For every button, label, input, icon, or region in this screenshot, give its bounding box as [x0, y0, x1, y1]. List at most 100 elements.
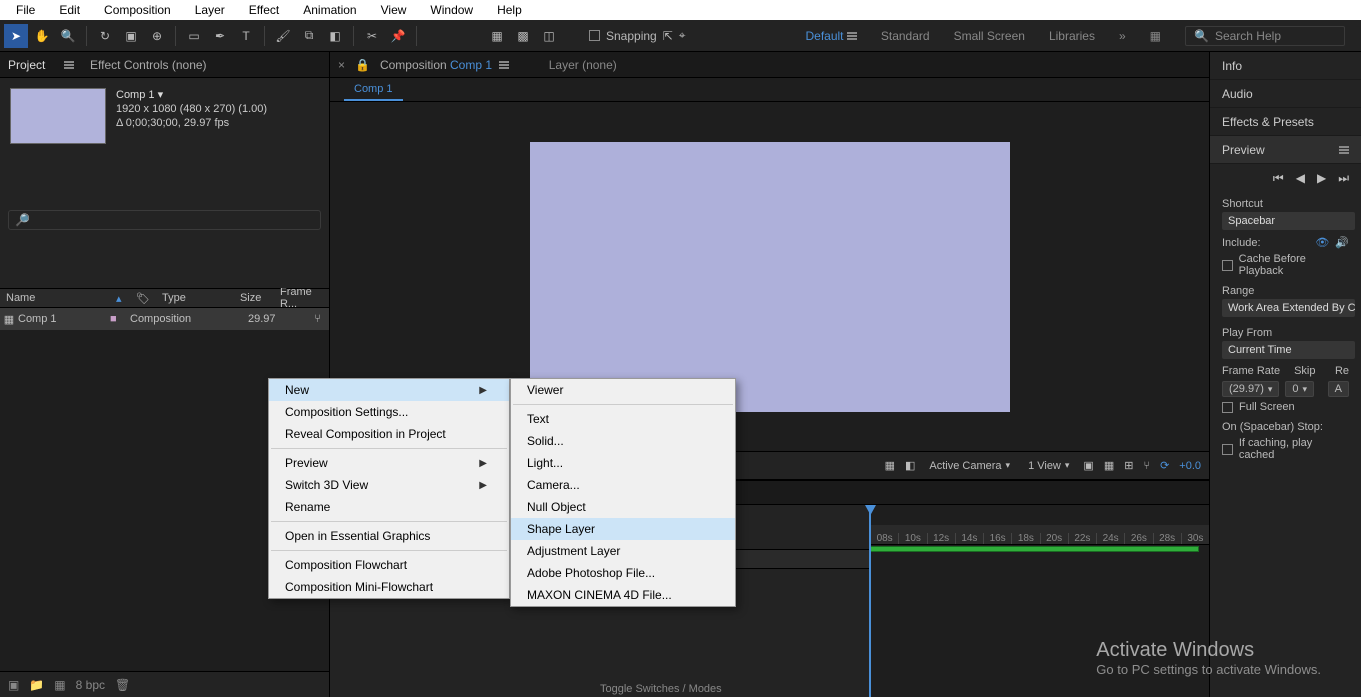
project-row-comp1[interactable]: ▦ Comp 1 ■ Composition 29.97 ⑂: [0, 308, 329, 330]
preview-panel[interactable]: Preview: [1210, 136, 1361, 164]
bpc-label[interactable]: 8 bpc: [76, 678, 105, 692]
menu-effect[interactable]: Effect: [237, 1, 291, 19]
view-opt-c-icon[interactable]: ⊞: [1124, 459, 1133, 472]
ctx-c4d[interactable]: MAXON CINEMA 4D File...: [511, 584, 735, 606]
snapping-flyout-icon[interactable]: ⇱: [663, 29, 673, 43]
ctx-miniflow[interactable]: Composition Mini-Flowchart: [269, 576, 509, 598]
last-frame-icon[interactable]: ⏭: [1338, 171, 1349, 186]
fx-panel[interactable]: Effects & Presets: [1210, 108, 1361, 136]
comp-thumbnail[interactable]: [10, 88, 106, 144]
clone-tool[interactable]: ⧉: [297, 24, 321, 48]
effect-controls-tab[interactable]: Effect Controls (none): [90, 58, 207, 72]
include-video-icon[interactable]: 👁: [1315, 236, 1329, 249]
type-tool[interactable]: T: [234, 24, 258, 48]
puppet-tool[interactable]: 📌: [386, 24, 410, 48]
composition-canvas[interactable]: [530, 142, 1010, 412]
workspace-libraries[interactable]: Libraries: [1049, 29, 1095, 43]
orbit-tool[interactable]: ↻: [93, 24, 117, 48]
workspace-more-icon[interactable]: »: [1119, 29, 1126, 43]
ifcache-checkbox[interactable]: [1222, 444, 1233, 455]
mask-tool-c[interactable]: ◫: [537, 24, 561, 48]
flowchart-icon[interactable]: ⑂: [314, 313, 329, 325]
range-value[interactable]: Work Area Extended By Current Time: [1222, 299, 1355, 317]
hand-tool[interactable]: ✋: [30, 24, 54, 48]
close-tab-icon[interactable]: ×: [338, 58, 345, 72]
fullscreen-checkbox[interactable]: [1222, 402, 1233, 413]
exposure-reset-icon[interactable]: ⟳: [1160, 459, 1169, 472]
ctx-comp-settings[interactable]: Composition Settings...: [269, 401, 509, 423]
lock-icon[interactable]: 🔒: [355, 58, 370, 72]
help-search[interactable]: 🔍 Search Help: [1185, 26, 1345, 46]
ctx-switch3d[interactable]: Switch 3D View▶: [269, 474, 509, 496]
ctx-new[interactable]: New▶: [269, 379, 509, 401]
comp-tab[interactable]: Composition Comp 1: [380, 58, 509, 72]
ctx-null[interactable]: Null Object: [511, 496, 735, 518]
ctx-viewer[interactable]: Viewer: [511, 379, 735, 401]
view-opt-b-icon[interactable]: ▦: [1104, 459, 1114, 472]
camera-dropdown[interactable]: Active Camera▾: [925, 458, 1014, 474]
folder-icon[interactable]: 📁: [29, 678, 44, 692]
menu-animation[interactable]: Animation: [291, 1, 368, 19]
new-comp-icon[interactable]: ▦: [54, 678, 65, 692]
work-area-bar[interactable]: [870, 546, 1199, 552]
time-ruler[interactable]: 08s10s 12s14s 16s18s 20s22s 24s26s 28s30…: [870, 525, 1209, 545]
selection-tool[interactable]: ➤: [4, 24, 28, 48]
ctx-adjustment[interactable]: Adjustment Layer: [511, 540, 735, 562]
grid-icon[interactable]: ▦: [885, 459, 895, 472]
zoom-tool[interactable]: 🔍: [56, 24, 80, 48]
audio-panel[interactable]: Audio: [1210, 80, 1361, 108]
menu-edit[interactable]: Edit: [47, 1, 92, 19]
pan-behind-tool[interactable]: ⊕: [145, 24, 169, 48]
view-opt-d-icon[interactable]: ⑂: [1143, 460, 1150, 472]
first-frame-icon[interactable]: ⏮: [1273, 171, 1284, 186]
ctx-flowchart[interactable]: Composition Flowchart: [269, 554, 509, 576]
ctx-camera[interactable]: Camera...: [511, 474, 735, 496]
workspace-default[interactable]: Default: [805, 29, 856, 43]
view-opt-a-icon[interactable]: ▣: [1083, 459, 1093, 472]
brush-tool[interactable]: 🖌: [271, 24, 295, 48]
mask-icon[interactable]: ◧: [905, 459, 915, 472]
interpret-icon[interactable]: ▣: [8, 678, 19, 692]
ctx-psd[interactable]: Adobe Photoshop File...: [511, 562, 735, 584]
mask-tool-b[interactable]: ▩: [511, 24, 535, 48]
ctx-preview[interactable]: Preview▶: [269, 452, 509, 474]
include-audio-icon[interactable]: 🔊: [1335, 236, 1349, 249]
ctx-solid[interactable]: Solid...: [511, 430, 735, 452]
workspace-small-screen[interactable]: Small Screen: [954, 29, 1025, 43]
ctx-reveal[interactable]: Reveal Composition in Project: [269, 423, 509, 445]
ctx-shape-layer[interactable]: Shape Layer: [511, 518, 735, 540]
ctx-essential[interactable]: Open in Essential Graphics: [269, 525, 509, 547]
trash-icon[interactable]: 🗑: [115, 678, 130, 692]
project-search[interactable]: 🔎: [8, 210, 321, 230]
menu-window[interactable]: Window: [418, 1, 485, 19]
eraser-tool[interactable]: ◧: [323, 24, 347, 48]
snapping-checkbox[interactable]: [589, 30, 600, 41]
res-dropdown[interactable]: A: [1328, 381, 1349, 397]
view-dropdown[interactable]: 1 View▾: [1024, 458, 1073, 474]
camera-tool[interactable]: ▣: [119, 24, 143, 48]
exposure-value[interactable]: +0.0: [1179, 460, 1201, 472]
menu-file[interactable]: File: [4, 1, 47, 19]
project-tab[interactable]: Project: [8, 58, 74, 72]
play-icon[interactable]: ▶: [1317, 171, 1326, 185]
rectangle-tool[interactable]: ▭: [182, 24, 206, 48]
menu-composition[interactable]: Composition: [92, 1, 183, 19]
workspace-standard[interactable]: Standard: [881, 29, 930, 43]
menu-view[interactable]: View: [369, 1, 419, 19]
info-panel[interactable]: Info: [1210, 52, 1361, 80]
snapping-opts-icon[interactable]: ⌖: [679, 28, 686, 43]
mask-tool-a[interactable]: ▦: [485, 24, 509, 48]
prev-frame-icon[interactable]: ◀: [1296, 171, 1305, 185]
toggle-switches[interactable]: Toggle Switches / Modes: [600, 683, 722, 695]
skip-dropdown[interactable]: 0▾: [1285, 381, 1314, 397]
playfrom-value[interactable]: Current Time: [1222, 341, 1355, 359]
shortcut-value[interactable]: Spacebar: [1222, 212, 1355, 230]
ctx-light[interactable]: Light...: [511, 452, 735, 474]
layer-tab[interactable]: Layer (none): [549, 58, 617, 72]
ctx-text[interactable]: Text: [511, 408, 735, 430]
workspace-reset-icon[interactable]: ▦: [1150, 29, 1161, 43]
comp-subtab[interactable]: Comp 1: [344, 79, 403, 101]
playhead[interactable]: [870, 505, 871, 697]
menu-layer[interactable]: Layer: [183, 1, 237, 19]
ctx-rename[interactable]: Rename: [269, 496, 509, 518]
